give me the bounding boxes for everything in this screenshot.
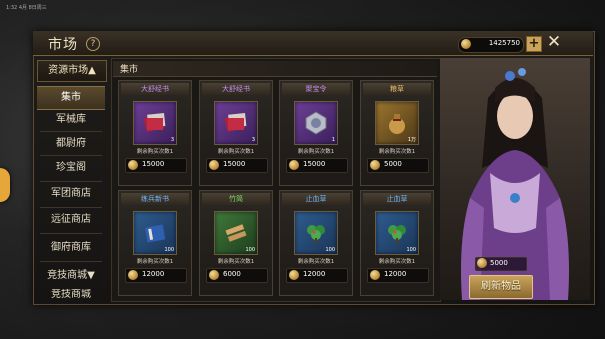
remaining-purchases: 剩余购买次数1 <box>297 259 335 265</box>
remaining-purchases: 剩余购买次数1 <box>378 259 416 265</box>
item-price: 6000 <box>223 270 241 278</box>
item-name: 竹简 <box>202 193 270 205</box>
coin-icon <box>128 160 138 170</box>
add-gold-button[interactable]: + <box>526 36 542 52</box>
section-title: 集市 <box>120 65 139 75</box>
coin-icon <box>370 160 380 170</box>
page-title: 市场 <box>48 37 78 53</box>
item-name: 大舒经书 <box>202 83 270 95</box>
blue-book-icon: 100 <box>133 211 177 255</box>
coin-icon <box>289 160 299 170</box>
item-price: 12000 <box>303 270 326 278</box>
divider <box>40 207 102 208</box>
divider <box>40 131 102 132</box>
item-price: 12000 <box>142 270 165 278</box>
item-price: 15000 <box>142 160 165 168</box>
sidebar-item-arena-header[interactable]: 竞技商城▼ <box>37 265 105 287</box>
coin-icon <box>477 258 487 268</box>
close-icon[interactable]: ✕ <box>546 34 562 51</box>
sidebar-item-expedition-shop[interactable]: 远征商店 <box>37 209 105 231</box>
coin-icon <box>209 270 219 280</box>
sidebar-item-arena-shop[interactable]: 竞技商城 <box>37 289 105 301</box>
remaining-purchases: 剩余购买次数1 <box>297 149 335 155</box>
coin-icon <box>128 270 138 280</box>
remaining-purchases: 剩余购买次数1 <box>136 149 174 155</box>
sidebar-item-commandery[interactable]: 都尉府 <box>37 133 105 155</box>
item-name: 止血草 <box>282 193 350 205</box>
item-card[interactable]: 大舒经书 3 剩余购买次数1 15000 <box>199 80 273 186</box>
coin-icon <box>209 160 219 170</box>
section-header <box>113 61 437 77</box>
item-name: 粮草 <box>363 83 431 95</box>
portrait-price: 5000 <box>490 259 508 267</box>
refresh-items-button[interactable]: 刷新物品 <box>469 275 533 299</box>
coin-icon <box>289 270 299 280</box>
item-price: 15000 <box>303 160 326 168</box>
item-name: 聚宝令 <box>282 83 350 95</box>
remaining-purchases: 剩余购买次数1 <box>217 259 255 265</box>
grain-sack-icon: 1万 <box>375 101 419 145</box>
coin-icon <box>370 270 380 280</box>
sidebar-item-armory[interactable]: 军械库 <box>37 109 105 131</box>
herb-icon: 100 <box>294 211 338 255</box>
red-book-icon: 3 <box>133 101 177 145</box>
divider <box>40 181 102 182</box>
status-time: 1:32 4月 8日周三 <box>6 5 47 11</box>
coin-icon <box>461 39 471 49</box>
item-card[interactable]: 竹简 100 剩余购买次数1 6000 <box>199 190 273 296</box>
herb-icon: 100 <box>375 211 419 255</box>
sidebar-item-treasure-pavilion[interactable]: 珍宝阁 <box>37 157 105 179</box>
item-card[interactable]: 粮草 1万 剩余购买次数1 5000 <box>360 80 434 186</box>
sidebar-item-market[interactable]: 集市 <box>37 86 105 110</box>
item-card[interactable]: 止血草 100 剩余购买次数1 12000 <box>360 190 434 296</box>
gold-amount: 1425750 <box>488 39 520 47</box>
remaining-purchases: 剩余购买次数1 <box>378 149 416 155</box>
sidebar-item-legion-shop[interactable]: 军团商店 <box>37 183 105 205</box>
item-card[interactable]: 大舒经书 3 剩余购买次数1 15000 <box>118 80 192 186</box>
item-card[interactable]: 聚宝令 1 剩余购买次数1 15000 <box>279 80 353 186</box>
sidebar-header-resource-market[interactable]: 资源市场▲ <box>37 60 107 82</box>
question-icon[interactable]: ? <box>86 37 100 51</box>
item-price: 12000 <box>384 270 407 278</box>
item-card[interactable]: 止血草 100 剩余购买次数1 12000 <box>279 190 353 296</box>
item-price: 15000 <box>223 160 246 168</box>
divider <box>40 233 102 234</box>
silver-medallion-icon: 1 <box>294 101 338 145</box>
bamboo-scroll-icon: 100 <box>214 211 258 255</box>
item-name: 大舒经书 <box>121 83 189 95</box>
remaining-purchases: 剩余购买次数1 <box>136 259 174 265</box>
item-name: 止血草 <box>363 193 431 205</box>
divider <box>40 155 102 156</box>
sidebar-item-imperial-store[interactable]: 御府商库 <box>37 237 105 259</box>
item-name: 练兵新书 <box>121 193 189 205</box>
item-card[interactable]: 练兵新书 100 剩余购买次数1 12000 <box>118 190 192 296</box>
remaining-purchases: 剩余购买次数1 <box>217 149 255 155</box>
side-drawer-tab[interactable] <box>0 168 10 202</box>
red-book-icon: 3 <box>214 101 258 145</box>
divider <box>40 261 102 262</box>
item-price: 5000 <box>384 160 402 168</box>
